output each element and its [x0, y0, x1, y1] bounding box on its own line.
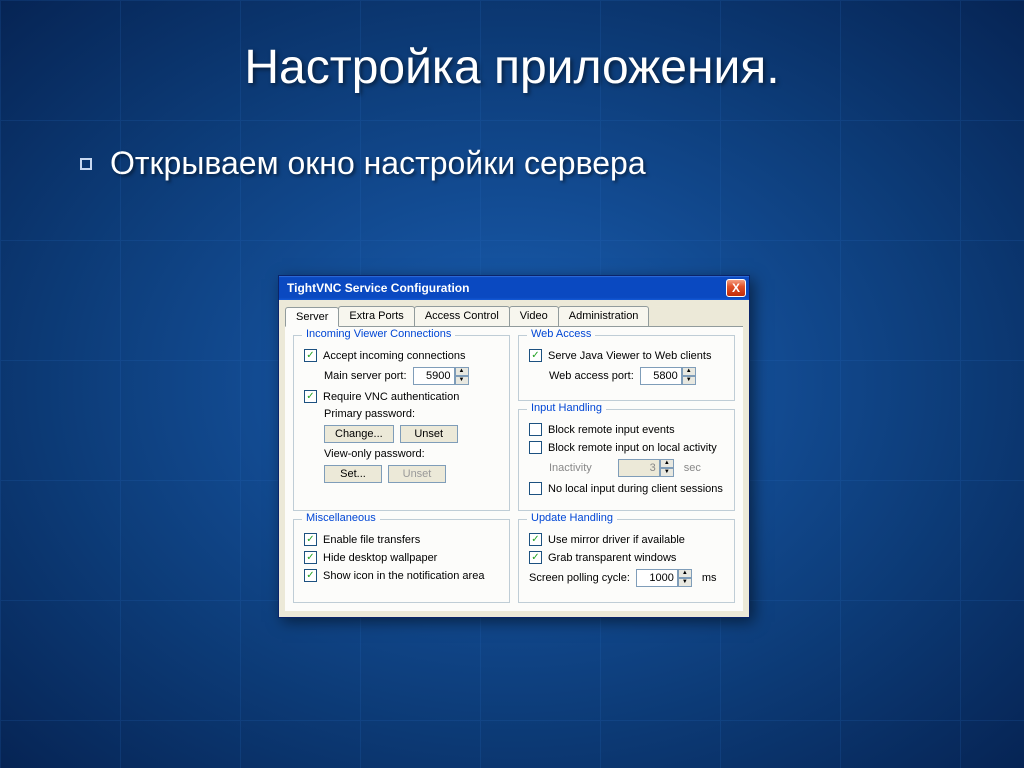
slide-title: Настройка приложения. — [0, 0, 1024, 95]
label-web-port: Web access port: — [549, 370, 634, 382]
group-title-misc: Miscellaneous — [302, 512, 380, 524]
spin-down-icon[interactable]: ▼ — [678, 578, 692, 587]
tab-extra-ports[interactable]: Extra Ports — [338, 306, 414, 326]
window-title: TightVNC Service Configuration — [287, 281, 469, 295]
tab-administration[interactable]: Administration — [558, 306, 650, 326]
checkbox-showicon[interactable]: ✓ — [304, 569, 317, 582]
label-accept: Accept incoming connections — [323, 350, 465, 362]
spin-down-icon: ▼ — [660, 468, 674, 477]
checkbox-hidewall[interactable]: ✓ — [304, 551, 317, 564]
label-nolocal: No local input during client sessions — [548, 483, 723, 495]
close-button[interactable]: X — [726, 279, 746, 297]
checkbox-block-remote[interactable] — [529, 423, 542, 436]
config-dialog: TightVNC Service Configuration X Server … — [278, 275, 750, 618]
spin-down-icon[interactable]: ▼ — [455, 376, 469, 385]
group-title-input: Input Handling — [527, 402, 606, 414]
checkbox-require-auth[interactable]: ✓ — [304, 390, 317, 403]
checkbox-accept[interactable]: ✓ — [304, 349, 317, 362]
input-inactivity — [618, 459, 660, 477]
label-primary-pw: Primary password: — [324, 408, 415, 420]
label-block-local: Block remote input on local activity — [548, 442, 717, 454]
input-main-port[interactable] — [413, 367, 455, 385]
label-mirror: Use mirror driver if available — [548, 534, 685, 546]
input-poll[interactable] — [636, 569, 678, 587]
bullet-icon — [80, 158, 92, 170]
label-grab: Grab transparent windows — [548, 552, 676, 564]
group-incoming: Incoming Viewer Connections ✓ Accept inc… — [293, 335, 510, 511]
spin-up-icon[interactable]: ▲ — [682, 367, 696, 376]
label-poll: Screen polling cycle: — [529, 572, 630, 584]
input-web-port[interactable] — [640, 367, 682, 385]
checkbox-serve-java[interactable]: ✓ — [529, 349, 542, 362]
group-web: Web Access ✓ Serve Java Viewer to Web cl… — [518, 335, 735, 401]
group-title-web: Web Access — [527, 328, 595, 340]
label-showicon: Show icon in the notification area — [323, 570, 484, 582]
bullet-item: Открываем окно настройки сервера — [80, 145, 1024, 182]
checkbox-mirror[interactable]: ✓ — [529, 533, 542, 546]
group-title-incoming: Incoming Viewer Connections — [302, 328, 455, 340]
checkbox-filetrans[interactable]: ✓ — [304, 533, 317, 546]
spin-up-icon: ▲ — [660, 459, 674, 468]
group-misc: Miscellaneous ✓ Enable file transfers ✓ … — [293, 519, 510, 603]
label-sec: sec — [684, 462, 701, 474]
tab-video[interactable]: Video — [509, 306, 559, 326]
label-require-auth: Require VNC authentication — [323, 391, 459, 403]
group-input: Input Handling Block remote input events… — [518, 409, 735, 511]
label-serve-java: Serve Java Viewer to Web clients — [548, 350, 711, 362]
label-hidewall: Hide desktop wallpaper — [323, 552, 437, 564]
spin-down-icon[interactable]: ▼ — [682, 376, 696, 385]
button-set[interactable]: Set... — [324, 465, 382, 483]
group-title-update: Update Handling — [527, 512, 617, 524]
checkbox-block-local[interactable] — [529, 441, 542, 454]
label-inactivity: Inactivity — [549, 462, 592, 474]
spin-up-icon[interactable]: ▲ — [455, 367, 469, 376]
spin-up-icon[interactable]: ▲ — [678, 569, 692, 578]
tab-access-control[interactable]: Access Control — [414, 306, 510, 326]
group-update: Update Handling ✓ Use mirror driver if a… — [518, 519, 735, 603]
checkbox-nolocal[interactable] — [529, 482, 542, 495]
button-unset-viewonly: Unset — [388, 465, 446, 483]
label-block-remote: Block remote input events — [548, 424, 675, 436]
label-ms: ms — [702, 572, 717, 584]
bullet-text: Открываем окно настройки сервера — [110, 145, 646, 182]
tab-server[interactable]: Server — [285, 307, 339, 327]
checkbox-grab[interactable]: ✓ — [529, 551, 542, 564]
label-main-port: Main server port: — [324, 370, 407, 382]
tab-body: Incoming Viewer Connections ✓ Accept inc… — [285, 327, 743, 611]
tab-bar: Server Extra Ports Access Control Video … — [285, 306, 743, 327]
button-change[interactable]: Change... — [324, 425, 394, 443]
label-viewonly-pw: View-only password: — [324, 448, 425, 460]
button-unset-primary[interactable]: Unset — [400, 425, 458, 443]
titlebar[interactable]: TightVNC Service Configuration X — [279, 276, 749, 300]
label-filetrans: Enable file transfers — [323, 534, 420, 546]
